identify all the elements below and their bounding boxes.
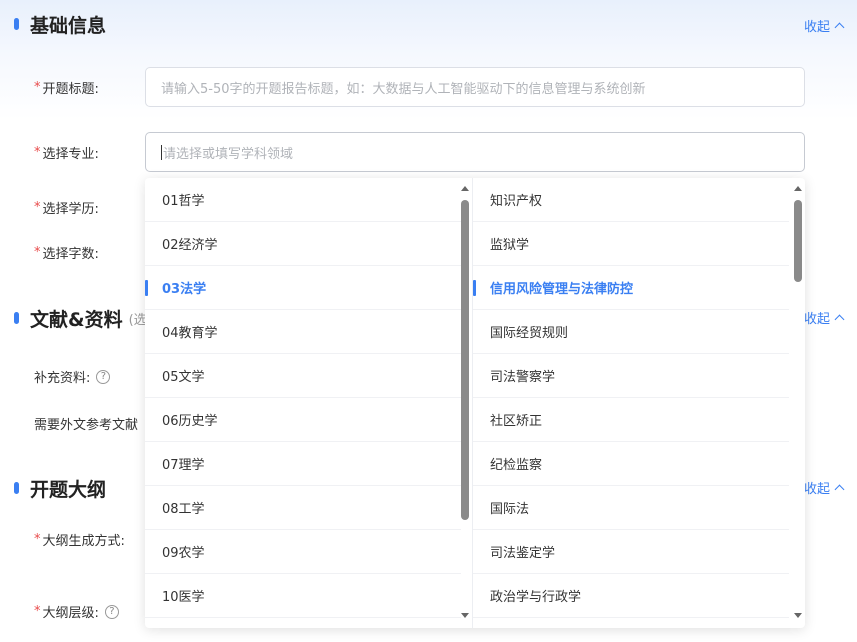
section-marker [14, 482, 19, 494]
required-mark: * [34, 604, 41, 619]
supplement-label: 补充资料:? [34, 367, 111, 386]
chevron-up-icon [834, 484, 845, 494]
major-label: * 选择专业: [34, 143, 99, 162]
title-placeholder: 请输入5-50字的开题报告标题，如：大数据与人工智能驱动下的信息管理与系统创新 [161, 81, 646, 97]
section-title: 基础信息 [30, 14, 107, 37]
discipline-option[interactable]: 06历史学 [145, 398, 461, 442]
scrollbar-right[interactable] [793, 182, 803, 624]
discipline-list: 01哲学 02经济学 03法学 04教育学 05文学 06历史学 07理学 08工学 09农学 1… [145, 178, 473, 628]
subfield-list: 知识产权 监狱学 信用风险管理与法律防控 国际经贸规则 司法警察学 社区矫正 纪检监察 国际法… [473, 178, 805, 628]
title-label-text: 开题标题: [42, 82, 99, 97]
scrollbar-left[interactable] [460, 182, 470, 624]
required-mark: * [34, 145, 41, 160]
outline-mode-label: * 大纲生成方式: [34, 530, 125, 549]
help-icon[interactable]: ? [104, 604, 119, 619]
required-mark: * [34, 200, 41, 215]
required-mark: * [34, 532, 41, 547]
outline-level-label: * 大纲层级:? [34, 602, 119, 621]
scroll-up-arrow-icon[interactable] [794, 186, 802, 191]
discipline-option[interactable]: 09农学 [145, 530, 461, 574]
section-title: 开题大纲 [30, 478, 107, 501]
words-label-text: 选择字数: [42, 247, 99, 262]
scroll-down-arrow-icon[interactable] [794, 613, 802, 618]
collapse-label: 收起 [803, 481, 830, 497]
subfield-option[interactable]: 国际法 [473, 486, 789, 530]
title-label: * 开题标题: [34, 78, 99, 97]
section-basic-header: 基础信息 [14, 9, 106, 39]
title-input[interactable]: 请输入5-50字的开题报告标题，如：大数据与人工智能驱动下的信息管理与系统创新 [145, 67, 805, 107]
chevron-up-icon [834, 314, 845, 324]
discipline-option[interactable]: 02经济学 [145, 222, 461, 266]
required-mark: * [34, 80, 41, 95]
required-mark: * [34, 245, 41, 260]
foreign-refs-label-text: 需要外文参考文献 [34, 418, 139, 433]
collapse-label: 收起 [803, 19, 830, 35]
scroll-up-arrow-icon[interactable] [461, 186, 469, 191]
discipline-option[interactable]: 08工学 [145, 486, 461, 530]
supplement-label-text: 补充资料: [34, 371, 91, 386]
discipline-option[interactable]: 05文学 [145, 354, 461, 398]
collapse-outline-button[interactable]: 收起 [803, 477, 845, 497]
discipline-option[interactable]: 01哲学 [145, 178, 461, 222]
outline-level-label-text: 大纲层级: [42, 606, 99, 621]
degree-label: * 选择学历: [34, 198, 99, 217]
discipline-option[interactable]: 03法学 [145, 266, 461, 310]
collapse-basic-button[interactable]: 收起 [803, 15, 845, 35]
section-refs-header: 文献&资料 (选 [14, 303, 147, 333]
subfield-option[interactable]: 社区矫正 [473, 398, 789, 442]
discipline-options: 01哲学 02经济学 03法学 04教育学 05文学 06历史学 07理学 08工学 09农学 1… [145, 178, 472, 618]
foreign-refs-label: 需要外文参考文献 [34, 414, 138, 433]
major-cascader-dropdown: 01哲学 02经济学 03法学 04教育学 05文学 06历史学 07理学 08工学 09农学 1… [145, 178, 805, 628]
subfield-option[interactable]: 司法警察学 [473, 354, 789, 398]
scrollbar-thumb[interactable] [794, 200, 802, 282]
degree-label-text: 选择学历: [42, 202, 99, 217]
words-label: * 选择字数: [34, 243, 99, 262]
text-caret [161, 144, 162, 160]
help-icon[interactable]: ? [96, 369, 111, 384]
discipline-option[interactable]: 04教育学 [145, 310, 461, 354]
major-input[interactable]: 请选择或填写学科领域 [145, 132, 805, 172]
outline-mode-label-text: 大纲生成方式: [42, 534, 125, 549]
subfield-option[interactable]: 监狱学 [473, 222, 789, 266]
collapse-label: 收起 [803, 311, 830, 327]
subfield-option[interactable]: 司法鉴定学 [473, 530, 789, 574]
subfield-option[interactable]: 政治学与行政学 [473, 574, 789, 618]
major-label-text: 选择专业: [42, 147, 99, 162]
chevron-up-icon [834, 22, 845, 32]
subfield-option[interactable]: 知识产权 [473, 178, 789, 222]
subfield-option[interactable]: 纪检监察 [473, 442, 789, 486]
section-marker [14, 312, 19, 324]
section-subtitle: (选 [128, 312, 147, 328]
section-marker [14, 18, 19, 30]
subfield-option[interactable]: 国际经贸规则 [473, 310, 789, 354]
discipline-option[interactable]: 10医学 [145, 574, 461, 618]
collapse-refs-button[interactable]: 收起 [803, 307, 845, 327]
section-title: 文献&资料 [30, 308, 123, 331]
subfield-options: 知识产权 监狱学 信用风险管理与法律防控 国际经贸规则 司法警察学 社区矫正 纪检监察 国际法… [473, 178, 805, 618]
discipline-option[interactable]: 07理学 [145, 442, 461, 486]
section-outline-header: 开题大纲 [14, 473, 106, 503]
scrollbar-thumb[interactable] [461, 200, 469, 520]
major-placeholder: 请选择或填写学科领域 [163, 146, 294, 162]
subfield-option[interactable]: 信用风险管理与法律防控 [473, 266, 789, 310]
scroll-down-arrow-icon[interactable] [461, 613, 469, 618]
